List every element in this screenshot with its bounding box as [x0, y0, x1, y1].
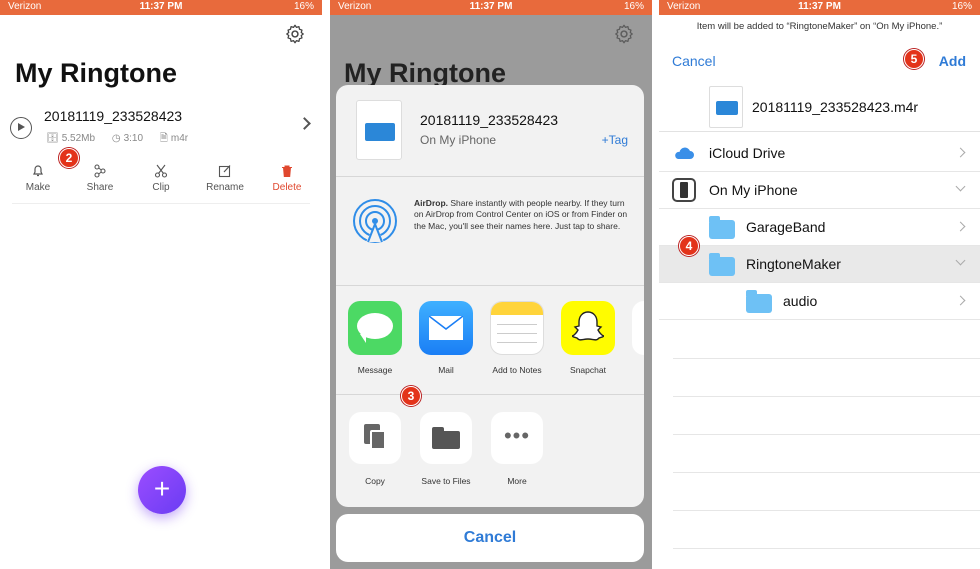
gear-icon — [615, 24, 633, 44]
audio-file-icon — [356, 100, 402, 160]
list-divider — [673, 434, 980, 435]
app-message[interactable]: Message — [345, 301, 405, 375]
more-button[interactable]: ••• More — [488, 412, 546, 486]
status-bar: Verizon 11:37 PM 16% — [0, 0, 322, 15]
gear-icon[interactable] — [284, 23, 306, 45]
clip-button[interactable]: Clip — [133, 164, 189, 193]
list-divider — [673, 396, 980, 397]
ringtone-actions: Make Share Clip Rename Delete — [12, 164, 310, 204]
ringtone-meta: 🗄 5.52Mb ◷ 3:10 🗎 m4r — [46, 131, 202, 148]
message-icon — [348, 301, 402, 355]
status-bar: Verizon 11:37 PM 16% — [659, 0, 980, 15]
location-icloud-drive[interactable]: iCloud Drive — [659, 135, 980, 172]
save-to-files-button[interactable]: Save to Files — [417, 412, 475, 486]
add-tag-button[interactable]: +Tag — [602, 133, 628, 147]
rename-button[interactable]: Rename — [197, 164, 253, 193]
clock: 11:37 PM — [139, 1, 183, 12]
play-icon[interactable] — [10, 117, 32, 139]
screen-my-ringtone: Verizon 11:37 PM 16% My Ringtone 2018111… — [0, 0, 322, 569]
list-divider — [673, 510, 980, 511]
folder-audio[interactable]: audio — [659, 283, 980, 320]
clock: 11:37 PM — [798, 1, 841, 12]
trash-icon — [282, 165, 292, 177]
screen-share-sheet: Verizon 11:37 PM 16% My Ringtone 2018111… — [330, 0, 652, 569]
audio-file-icon — [709, 86, 743, 128]
folder-icon — [709, 216, 735, 239]
mail-icon — [419, 301, 473, 355]
folder-icon — [746, 290, 772, 313]
app-mail[interactable]: Mail — [416, 301, 476, 375]
file-size: 🗄 5.52Mb — [46, 133, 96, 144]
battery-label: 16% — [293, 1, 314, 12]
chevron-down-icon — [955, 255, 966, 266]
step-badge-4: 4 — [679, 236, 699, 256]
shared-file-location: On My iPhone — [420, 133, 497, 147]
page-title: My Ringtone — [15, 58, 177, 88]
make-button[interactable]: Make — [10, 164, 66, 193]
chevron-right-icon — [955, 147, 966, 158]
edit-icon — [218, 165, 231, 178]
location-on-my-iphone[interactable]: On My iPhone — [659, 172, 980, 209]
list-divider — [673, 358, 980, 359]
cloud-icon — [675, 147, 694, 159]
cancel-button[interactable]: Cancel — [672, 53, 716, 69]
airdrop-section: AirDrop. Share instantly with people nea… — [336, 178, 644, 286]
clock: 11:37 PM — [469, 1, 513, 12]
app-partial[interactable]: D — [629, 301, 644, 375]
screen-save-to-files: Verizon 11:37 PM 16% Item will be added … — [659, 0, 980, 569]
divider — [322, 0, 330, 569]
airdrop-icon[interactable] — [352, 198, 398, 244]
copy-button[interactable]: Copy — [346, 412, 404, 486]
add-button[interactable]: Add — [939, 53, 966, 69]
share-icon — [94, 164, 106, 178]
notes-icon — [490, 301, 544, 355]
copy-icon — [349, 412, 401, 464]
snapchat-ghost-icon — [561, 301, 615, 355]
share-actions-row: Copy Save to Files ••• More — [336, 396, 644, 507]
step-badge-5: 5 — [904, 49, 924, 69]
destination-notice: Item will be added to “RingtoneMaker” on… — [696, 21, 943, 32]
chevron-right-icon — [955, 221, 966, 232]
status-bar: Verizon 11:37 PM 16% — [330, 0, 652, 15]
iphone-icon — [672, 178, 696, 202]
airdrop-description: AirDrop. Share instantly with people nea… — [414, 198, 628, 231]
chevron-right-icon[interactable] — [298, 117, 311, 130]
delete-button[interactable]: Delete — [259, 164, 315, 193]
divider — [652, 0, 659, 569]
battery-label: 16% — [951, 1, 972, 12]
battery-label: 16% — [623, 1, 644, 12]
chevron-right-icon — [955, 295, 966, 306]
share-apps-row: Message Mail Add to Notes Snapchat — [336, 287, 644, 395]
app-notes[interactable]: Add to Notes — [487, 301, 547, 375]
more-icon: ••• — [491, 412, 543, 464]
folder-garageband[interactable]: GarageBand — [659, 209, 980, 246]
step-badge-2: 2 — [59, 148, 79, 168]
folder-icon — [420, 412, 472, 464]
bell-icon — [33, 165, 43, 177]
list-divider — [673, 472, 980, 473]
shared-file-header: 20181119_233528423 On My iPhone +Tag — [336, 85, 644, 177]
duration: ◷ 3:10 — [111, 133, 144, 144]
cancel-button[interactable]: Cancel — [336, 514, 644, 562]
share-button[interactable]: Share — [72, 164, 128, 193]
file-name: 20181119_233528423.m4r — [752, 99, 919, 115]
add-ringtone-button[interactable]: + — [138, 466, 186, 514]
chevron-down-icon — [955, 181, 966, 192]
file-preview: 20181119_233528423.m4r — [659, 80, 980, 132]
folder-ringtonemaker[interactable]: RingtoneMaker — [659, 246, 980, 283]
app-icon — [632, 301, 644, 355]
app-snapchat[interactable]: Snapchat — [558, 301, 618, 375]
format: 🗎 m4r — [159, 133, 189, 144]
shared-file-name: 20181119_233528423 — [420, 112, 559, 128]
ringtone-name[interactable]: 20181119_233528423 — [44, 108, 182, 124]
scissors-icon — [154, 164, 168, 178]
list-divider — [673, 548, 980, 549]
step-badge-3: 3 — [401, 386, 421, 406]
folder-icon — [709, 253, 735, 276]
share-sheet: 20181119_233528423 On My iPhone +Tag Air… — [336, 85, 644, 507]
